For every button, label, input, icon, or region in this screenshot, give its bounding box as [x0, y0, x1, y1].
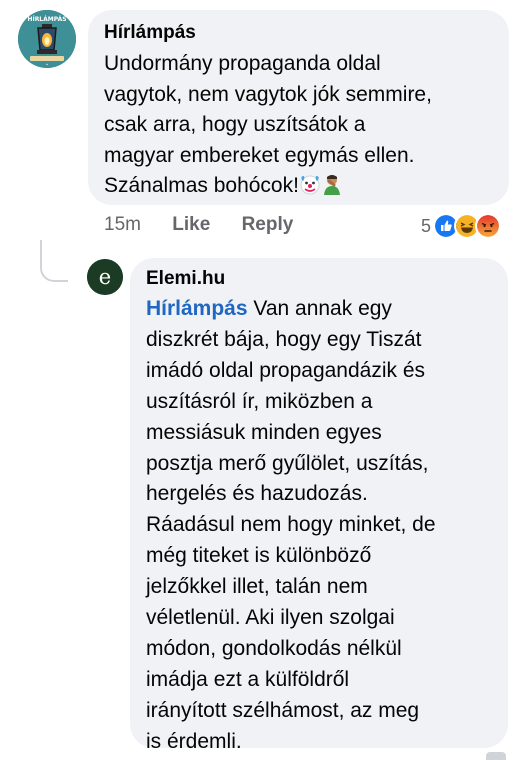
comment-line: vagytok, nem vagytok jók semmire, [104, 82, 432, 106]
hirlampas-avatar[interactable]: HÍRLÁMPÁS • [18, 10, 76, 68]
reply-text: Hírlámpás Van annak egy diszkrét bája, h… [146, 294, 496, 758]
lantern-logo-icon: HÍRLÁMPÁS • [18, 10, 76, 68]
reply-line: Van annak egy [247, 297, 392, 320]
clown-face-emoji-icon [300, 175, 320, 195]
person-facepalming-emoji-icon [323, 175, 340, 195]
reply-line: imádó oldal propagandázik és [146, 358, 426, 382]
elemi-avatar[interactable]: e [87, 259, 123, 295]
reply-line: posztja merő gyűlölet, uszítás, [146, 451, 429, 475]
reply-line: imádja ezt a külföldről [146, 667, 350, 691]
reply-line: véletlenül. Aki ilyen szolgai [146, 606, 395, 630]
reply-line: Ráadásul nem hogy minket, de [146, 513, 436, 537]
reply-line: irányított szélhámost, az meg [146, 698, 420, 722]
comment-text: Undormány propaganda oldal vagytok, nem … [104, 49, 504, 202]
comment-timestamp[interactable]: 15m [104, 214, 141, 235]
angry-reaction-icon [475, 213, 502, 239]
avatar-logo-text: HÍRLÁMPÁS [27, 15, 66, 23]
reply-thread-line [40, 240, 68, 282]
reply-line: még titeket is különböző [146, 544, 372, 568]
comment-line: magyar embereket egymás ellen. [104, 143, 415, 167]
reply-line: uszításról ír, miközben a [146, 389, 373, 413]
reply-line: jelzőkkel illet, talán nem [146, 575, 368, 599]
reactions-summary[interactable]: 5 [421, 213, 502, 239]
comment-author[interactable]: Hírlámpás [104, 22, 196, 44]
elemi-logo-icon: e [87, 259, 123, 295]
mention-link[interactable]: Hírlámpás [146, 297, 248, 320]
like-button[interactable]: Like [172, 214, 210, 235]
reply-line: hergelés és hazudozás. [146, 482, 368, 506]
comment-line: Undormány propaganda oldal [104, 52, 381, 75]
reply-line: diszkrét bája, hogy egy Tiszát [146, 327, 422, 351]
reply-line: messiásuk minden egyes [146, 420, 382, 444]
reply-first-line: Hírlámpás Van annak egy [146, 294, 496, 325]
comment-line: csak arra, hogy uszítsátok a [104, 113, 366, 136]
comment-line: Szánalmas bohócok! [104, 174, 299, 197]
elemi-logo-letter: e [99, 265, 111, 289]
reply-button[interactable]: Reply [242, 214, 294, 235]
next-reaction-peek [486, 752, 506, 760]
reaction-count: 5 [421, 215, 432, 236]
reply-line: módon, gondolkodás nélkül [146, 636, 402, 660]
comment-line-last: Szánalmas bohócok! [104, 171, 504, 202]
svg-text:•: • [46, 62, 48, 67]
reply-author[interactable]: Elemi.hu [146, 268, 225, 290]
comment-actions: 15m Like Reply [104, 214, 319, 236]
reply-line: is érdemli. [146, 729, 242, 753]
